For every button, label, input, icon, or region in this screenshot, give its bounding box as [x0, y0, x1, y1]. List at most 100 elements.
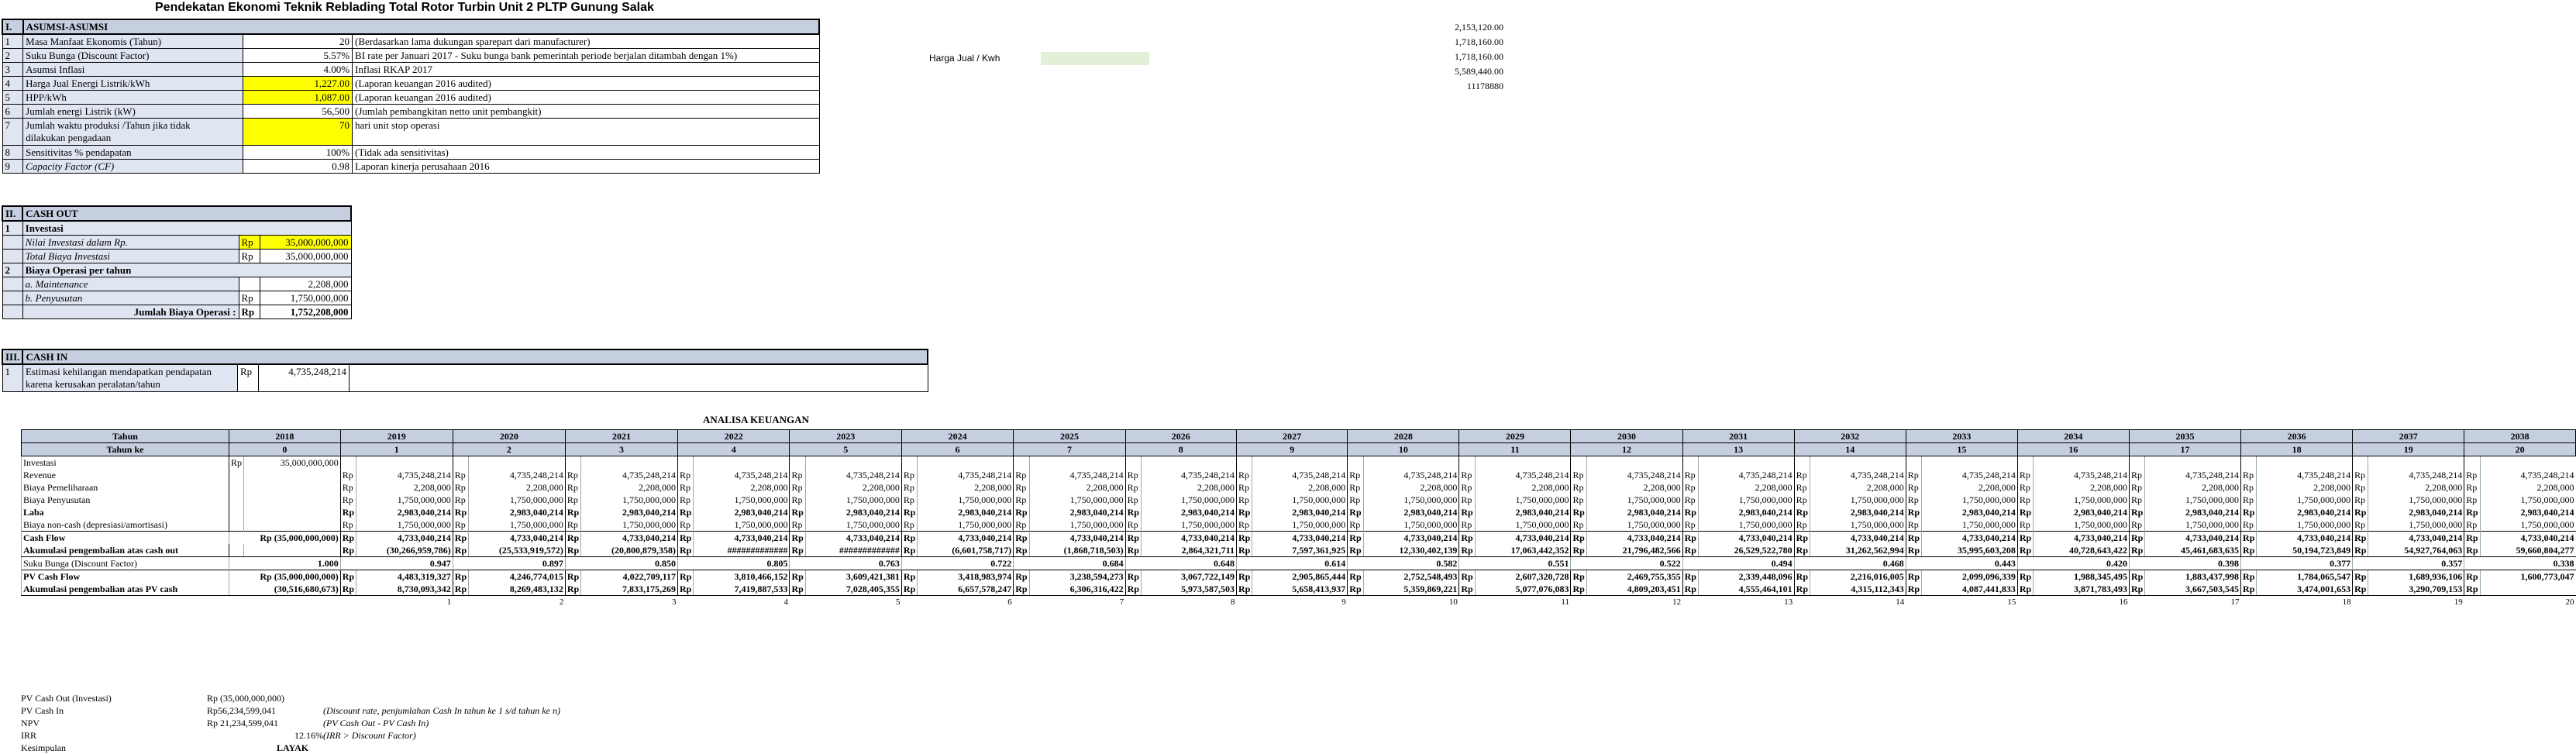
- pv-out-value[interactable]: Rp (35,000,000,000): [207, 692, 284, 704]
- discount-factor-cell[interactable]: 0.684: [1013, 556, 1126, 570]
- value-cell[interactable]: 4,735,248,214: [1252, 469, 1348, 481]
- value-cell[interactable]: 1,750,000,000: [2368, 494, 2464, 506]
- discount-factor-cell[interactable]: 0.850: [564, 556, 678, 570]
- value-cell[interactable]: 4,555,464,101: [1697, 583, 1795, 596]
- value-cell[interactable]: 2,208,000: [1028, 481, 1126, 494]
- value-cell[interactable]: [243, 518, 341, 532]
- value-cell[interactable]: 3,474,001,653: [2256, 583, 2353, 596]
- discount-factor-cell[interactable]: 0.420: [2016, 556, 2130, 570]
- discount-factor-cell[interactable]: 0.443: [1905, 556, 2018, 570]
- discount-factor-cell[interactable]: 0.494: [1682, 556, 1795, 570]
- value-cell[interactable]: 1,750,000,000: [1921, 518, 2018, 532]
- value-cell[interactable]: 4,733,040,214: [2479, 531, 2576, 544]
- jumlah-biaya-value[interactable]: 1,752,208,000: [259, 305, 352, 319]
- value-cell[interactable]: 17,063,442,352: [1474, 544, 1571, 557]
- value-cell[interactable]: 4,733,040,214: [2144, 531, 2241, 544]
- value-cell[interactable]: [356, 456, 453, 469]
- value-cell[interactable]: Rp (35,000,000,000): [229, 570, 341, 583]
- discount-factor-cell[interactable]: 0.377: [2240, 556, 2353, 570]
- discount-factor-cell[interactable]: 0.357: [2352, 556, 2464, 570]
- value-cell[interactable]: 2,607,320,728: [1474, 570, 1571, 583]
- value-cell[interactable]: 4,733,040,214: [2368, 531, 2464, 544]
- value-cell[interactable]: [1921, 456, 2018, 469]
- assumption-value[interactable]: 4.00%: [243, 62, 353, 77]
- value-cell[interactable]: 2,208,000: [917, 481, 1014, 494]
- value-cell[interactable]: 4,735,248,214: [2144, 469, 2241, 481]
- value-cell[interactable]: 1,689,936,106: [2368, 570, 2464, 583]
- value-cell[interactable]: 31,262,562,994: [1810, 544, 1906, 557]
- value-cell[interactable]: 4,733,040,214: [1921, 531, 2018, 544]
- value-cell[interactable]: 5,359,869,221: [1362, 583, 1459, 596]
- value-cell[interactable]: [2256, 456, 2353, 469]
- value-cell[interactable]: Rp (35,000,000,000): [229, 531, 341, 544]
- value-cell[interactable]: 1,750,000,000: [1362, 518, 1459, 532]
- value-cell[interactable]: 1,600,773,047: [2479, 570, 2576, 583]
- value-cell[interactable]: 4,733,040,214: [917, 531, 1014, 544]
- value-cell[interactable]: 1,750,000,000: [1362, 494, 1459, 506]
- value-cell[interactable]: 4,735,248,214: [1810, 469, 1906, 481]
- value-cell[interactable]: [243, 481, 341, 494]
- value-cell[interactable]: 3,609,421,381: [804, 570, 902, 583]
- assumption-value[interactable]: 100%: [243, 145, 353, 160]
- value-cell[interactable]: 1,750,000,000: [1474, 494, 1571, 506]
- value-cell[interactable]: 8,269,483,132: [468, 583, 566, 596]
- value-cell[interactable]: 1,750,000,000: [693, 494, 790, 506]
- value-cell[interactable]: 2,983,040,214: [356, 506, 453, 518]
- value-cell[interactable]: 2,208,000: [1140, 481, 1237, 494]
- value-cell[interactable]: 2,983,040,214: [1028, 506, 1126, 518]
- value-cell[interactable]: 12,330,402,139: [1362, 544, 1459, 557]
- value-cell[interactable]: 1,750,000,000: [1252, 518, 1348, 532]
- value-cell[interactable]: 4,733,040,214: [693, 531, 790, 544]
- value-cell[interactable]: 1,750,000,000: [804, 518, 902, 532]
- value-cell[interactable]: 2,208,000: [2033, 481, 2130, 494]
- value-cell[interactable]: [1697, 456, 1795, 469]
- value-cell[interactable]: 2,983,040,214: [917, 506, 1014, 518]
- value-cell[interactable]: [243, 469, 341, 481]
- value-cell[interactable]: 6,306,316,422: [1028, 583, 1126, 596]
- assumption-value[interactable]: 1,227.00: [243, 76, 353, 91]
- discount-factor-cell[interactable]: 0.614: [1235, 556, 1348, 570]
- discount-factor-cell[interactable]: 0.722: [901, 556, 1014, 570]
- value-cell[interactable]: [243, 494, 341, 506]
- discount-factor-cell[interactable]: 0.947: [339, 556, 453, 570]
- value-cell[interactable]: 2,208,000: [1921, 481, 2018, 494]
- value-cell[interactable]: 1,750,000,000: [693, 518, 790, 532]
- value-cell[interactable]: (25,533,919,572): [468, 544, 566, 557]
- value-cell[interactable]: 1,750,000,000: [917, 494, 1014, 506]
- value-cell[interactable]: 2,983,040,214: [1474, 506, 1571, 518]
- value-cell[interactable]: 1,750,000,000: [1252, 494, 1348, 506]
- value-cell[interactable]: 2,983,040,214: [2479, 506, 2576, 518]
- value-cell[interactable]: 4,733,040,214: [1697, 531, 1795, 544]
- value-cell[interactable]: 1,750,000,000: [1140, 494, 1237, 506]
- assumption-value[interactable]: 1,087.00: [243, 90, 353, 105]
- value-cell[interactable]: [1586, 456, 1683, 469]
- value-cell[interactable]: 1,750,000,000: [1697, 518, 1795, 532]
- value-cell[interactable]: 2,864,321,711: [1140, 544, 1237, 557]
- value-cell[interactable]: 4,733,040,214: [1362, 531, 1459, 544]
- value-cell[interactable]: 2,983,040,214: [580, 506, 678, 518]
- assumption-value[interactable]: 56,500: [243, 104, 353, 119]
- value-cell[interactable]: 21,796,482,566: [1586, 544, 1683, 557]
- value-cell[interactable]: [1140, 456, 1237, 469]
- value-cell[interactable]: 59,660,804,277: [2479, 544, 2576, 557]
- maintenance-value[interactable]: 2,208,000: [259, 277, 352, 291]
- value-cell[interactable]: 4,733,040,214: [580, 531, 678, 544]
- value-cell[interactable]: 2,208,000: [580, 481, 678, 494]
- value-cell[interactable]: 4,735,248,214: [468, 469, 566, 481]
- value-cell[interactable]: [804, 456, 902, 469]
- value-cell[interactable]: 2,208,000: [1697, 481, 1795, 494]
- value-cell[interactable]: 1,750,000,000: [1586, 494, 1683, 506]
- value-cell[interactable]: 45,461,683,635: [2144, 544, 2241, 557]
- discount-factor-cell[interactable]: 0.648: [1124, 556, 1237, 570]
- value-cell[interactable]: 4,735,248,214: [1362, 469, 1459, 481]
- value-cell[interactable]: 4,809,203,451: [1586, 583, 1683, 596]
- value-cell[interactable]: 4,315,112,343: [1810, 583, 1906, 596]
- value-cell[interactable]: 2,983,040,214: [468, 506, 566, 518]
- discount-factor-cell[interactable]: 0.897: [452, 556, 566, 570]
- value-cell[interactable]: 3,667,503,545: [2144, 583, 2241, 596]
- value-cell[interactable]: 4,733,040,214: [1140, 531, 1237, 544]
- value-cell[interactable]: [1474, 456, 1571, 469]
- value-cell[interactable]: 1,750,000,000: [2479, 518, 2576, 532]
- value-cell[interactable]: 4,735,248,214: [2256, 469, 2353, 481]
- value-cell[interactable]: 4,735,248,214: [580, 469, 678, 481]
